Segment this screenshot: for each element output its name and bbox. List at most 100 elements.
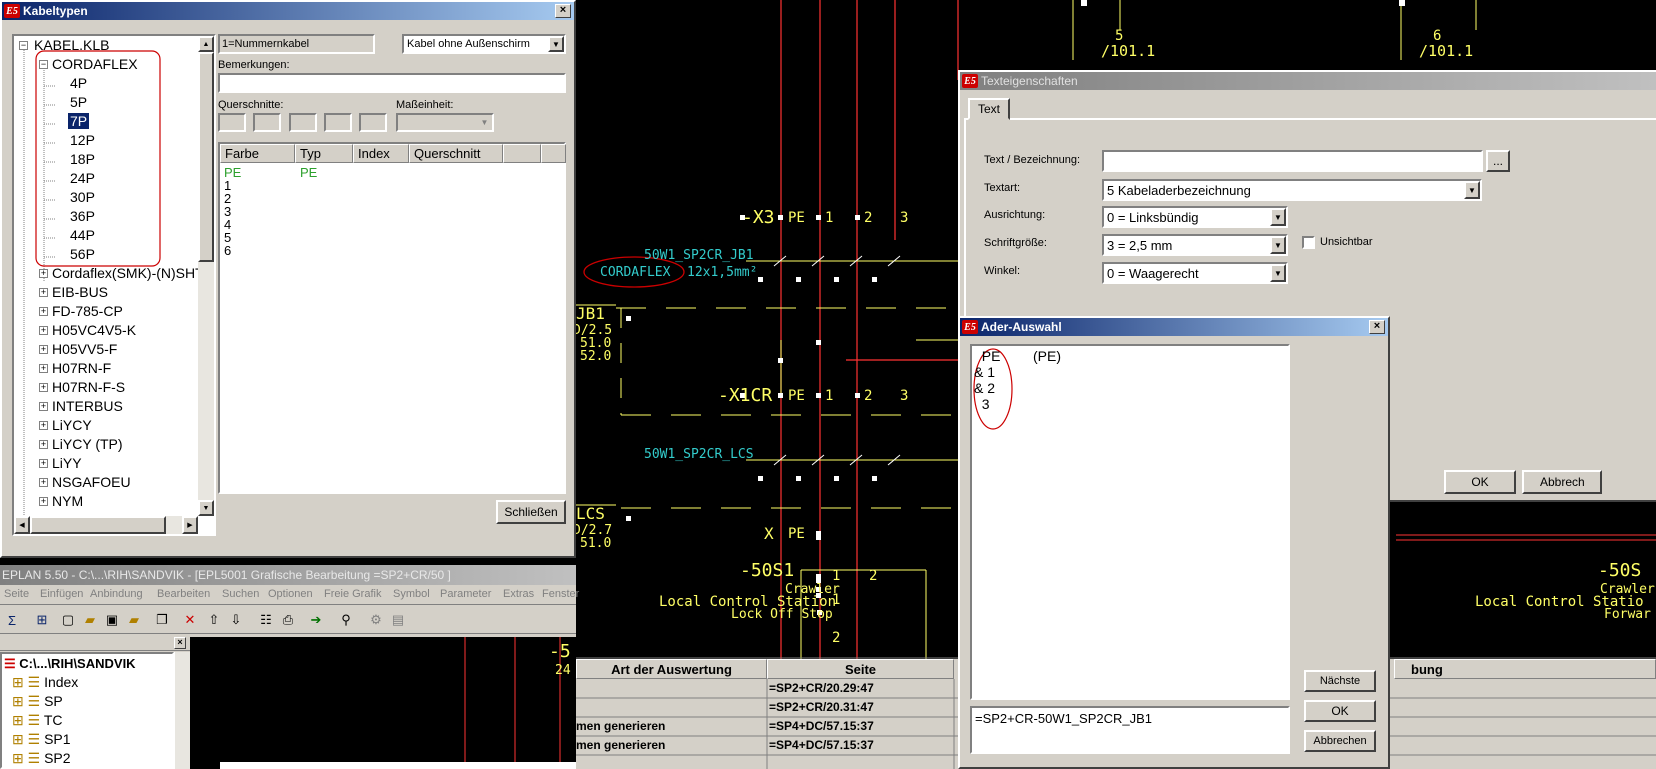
move-up-icon[interactable]: ⇧	[204, 610, 224, 630]
copy-icon[interactable]: ❐	[152, 610, 172, 630]
project-panel-close-button[interactable]: ×	[174, 637, 186, 649]
menu-fenster[interactable]: Fenster	[542, 588, 579, 600]
cable-tree-vscrollbar[interactable]: ▲ ▼	[198, 36, 214, 516]
project-root[interactable]: ☰ C:\...\RIH\SANDVIK	[4, 654, 136, 673]
table-row[interactable]: 6	[224, 244, 231, 257]
close-button[interactable]: Schließen	[496, 500, 566, 524]
tree-expand-icon[interactable]: +	[39, 402, 48, 411]
print-icon[interactable]: ⎙	[278, 610, 298, 630]
tree-root-collapse-icon[interactable]: −	[19, 41, 28, 50]
unit-chevron-down-icon[interactable]: ▼	[477, 115, 492, 130]
menu-extras[interactable]: Extras	[503, 588, 534, 600]
ader-ok-button[interactable]: OK	[1304, 700, 1376, 722]
text-tab[interactable]: Text	[968, 98, 1010, 120]
menu-parameter[interactable]: Parameter	[440, 588, 491, 600]
tree-expand-icon[interactable]: +	[39, 307, 48, 316]
eplan-main-titlebar[interactable]: EPLAN 5.50 - C:\...\RIH\SANDVIK - [EPL50…	[0, 565, 576, 585]
chevron-down-icon[interactable]: ▼	[1270, 264, 1286, 282]
tree-item-interbus[interactable]: INTERBUS	[52, 397, 123, 416]
tree-child-4p[interactable]: 4P	[70, 74, 87, 93]
conductor-path-field[interactable]: =SP2+CR-50W1_SP2CR_JB1	[970, 706, 1290, 754]
section-field-5[interactable]	[359, 113, 387, 132]
tree-item-cordaflex[interactable]: CORDAFLEX	[52, 55, 138, 74]
menu-bearbeiten[interactable]: Bearbeiten	[157, 588, 210, 600]
col-header-querschnitt[interactable]: Querschnitt	[409, 144, 503, 163]
tree-item-cordaflex-smk[interactable]: Cordaflex(SMK)-(N)SHT	[52, 264, 198, 283]
new-page-icon[interactable]: ▢	[58, 610, 78, 630]
remarks-input[interactable]	[218, 73, 566, 93]
texteigenschaften-cancel-button[interactable]: Abbrech	[1522, 470, 1602, 494]
texteigenschaften-titlebar[interactable]: E5 Texteigenschaften	[960, 72, 1656, 90]
cable-tree[interactable]: − KABEL.KLB − CORDAFLEX 4P 5P 7P 12P 18P…	[12, 34, 216, 536]
tree-child-56p[interactable]: 56P	[70, 245, 95, 264]
next-button[interactable]: Nächste	[1304, 670, 1376, 692]
tree-item-liyy[interactable]: LiYY	[52, 454, 82, 473]
cable-tree-hscrollbar[interactable]: ◀ ▶	[14, 516, 198, 534]
tree-item-h05vv5-f[interactable]: H05VV5-F	[52, 340, 117, 359]
cable-name-field[interactable]: 1=Nummernkabel	[218, 34, 375, 54]
properties-icon[interactable]: ☷	[256, 610, 276, 630]
section-field-2[interactable]	[253, 113, 281, 132]
project-tree[interactable]: ☰ C:\...\RIH\SANDVIK ⊞ ☰ Index ⊞ ☰ SP ⊞ …	[0, 652, 174, 769]
kabeltypen-titlebar[interactable]: E5 Kabeltypen ×	[2, 2, 574, 20]
tree-expand-icon[interactable]: +	[39, 459, 48, 468]
tree-child-18p[interactable]: 18P	[70, 150, 95, 169]
col-header-index[interactable]: Index	[353, 144, 409, 163]
chevron-down-icon[interactable]: ▼	[1270, 208, 1286, 226]
conductor-table[interactable]: Farbe Typ Index Querschnitt PE PE 1 2 3 …	[218, 142, 566, 494]
menu-symbol[interactable]: Symbol	[393, 588, 430, 600]
project-item-sp1[interactable]: ⊞ ☰ SP1	[12, 730, 71, 749]
tree-item-nsgafoeu[interactable]: NSGAFOEU	[52, 473, 131, 492]
section-field-1[interactable]	[218, 113, 246, 132]
winkel-select[interactable]: 0 = Waagerecht ▼	[1102, 262, 1288, 284]
text-input[interactable]	[1102, 150, 1483, 172]
col-header-extra[interactable]	[503, 144, 541, 163]
tree-child-5p[interactable]: 5P	[70, 93, 87, 112]
tree-expand-icon[interactable]: +	[39, 497, 48, 506]
settings-icon[interactable]: ⚙	[366, 610, 386, 630]
list-item[interactable]: & 2	[974, 380, 995, 396]
scroll-down-icon[interactable]: ▼	[198, 500, 214, 516]
project-item-sp2[interactable]: ⊞ ☰ SP2	[12, 749, 71, 768]
tree-root[interactable]: KABEL.KLB	[34, 36, 110, 55]
tree-child-36p[interactable]: 36P	[70, 207, 95, 226]
tree-item-nym[interactable]: NYM	[52, 492, 83, 511]
chevron-down-icon[interactable]: ▼	[548, 36, 564, 52]
chevron-down-icon[interactable]: ▼	[1464, 181, 1480, 199]
document-icon[interactable]: ▤	[388, 610, 408, 630]
unit-select[interactable]: ▼	[396, 113, 494, 132]
scroll-up-icon[interactable]: ▲	[198, 36, 214, 52]
sigma-icon[interactable]: Σ	[2, 610, 22, 630]
tree-expand-icon[interactable]: +	[39, 345, 48, 354]
menu-anbindung[interactable]: Anbindung	[90, 588, 143, 600]
scroll-thumb[interactable]	[198, 52, 214, 262]
ausrichtung-select[interactable]: 0 = Linksbündig ▼	[1102, 206, 1288, 228]
col-header-farbe[interactable]: Farbe	[220, 144, 295, 163]
browse-button[interactable]: ...	[1486, 150, 1510, 172]
tree-expand-icon[interactable]: +	[39, 478, 48, 487]
results-header-right[interactable]: bung	[1394, 659, 1656, 679]
tree-expand-icon[interactable]: +	[39, 421, 48, 430]
ader-auswahl-titlebar[interactable]: E5 Ader-Auswahl ×	[960, 318, 1388, 336]
col-header-typ[interactable]: Typ	[295, 144, 353, 163]
menu-seite[interactable]: Seite	[4, 588, 29, 600]
tree-expand-icon[interactable]: +	[39, 269, 48, 278]
save-icon[interactable]: ▣	[102, 610, 122, 630]
col-header-extra2[interactable]	[541, 144, 566, 163]
menu-optionen[interactable]: Optionen	[268, 588, 313, 600]
tree-expand-icon[interactable]: +	[39, 440, 48, 449]
open-folder-icon[interactable]: ▰	[80, 610, 100, 630]
results-header-seite[interactable]: Seite	[767, 659, 954, 679]
move-down-icon[interactable]: ⇩	[226, 610, 246, 630]
menu-suchen[interactable]: Suchen	[222, 588, 259, 600]
tree-item-liycy[interactable]: LiYCY	[52, 416, 92, 435]
scroll-left-icon[interactable]: ◀	[14, 516, 30, 534]
unsichtbar-checkbox[interactable]	[1302, 236, 1315, 249]
project-item-index[interactable]: ⊞ ☰ Index	[12, 673, 78, 692]
textart-select[interactable]: 5 Kabeladerbezeichnung ▼	[1102, 179, 1482, 201]
tree-expand-icon[interactable]: +	[39, 326, 48, 335]
hscroll-thumb[interactable]	[30, 516, 166, 534]
folder-icon[interactable]: ▰	[124, 610, 144, 630]
ader-cancel-button[interactable]: Abbrechen	[1304, 730, 1376, 752]
main-drawing-area[interactable]: -5 24	[190, 637, 576, 769]
